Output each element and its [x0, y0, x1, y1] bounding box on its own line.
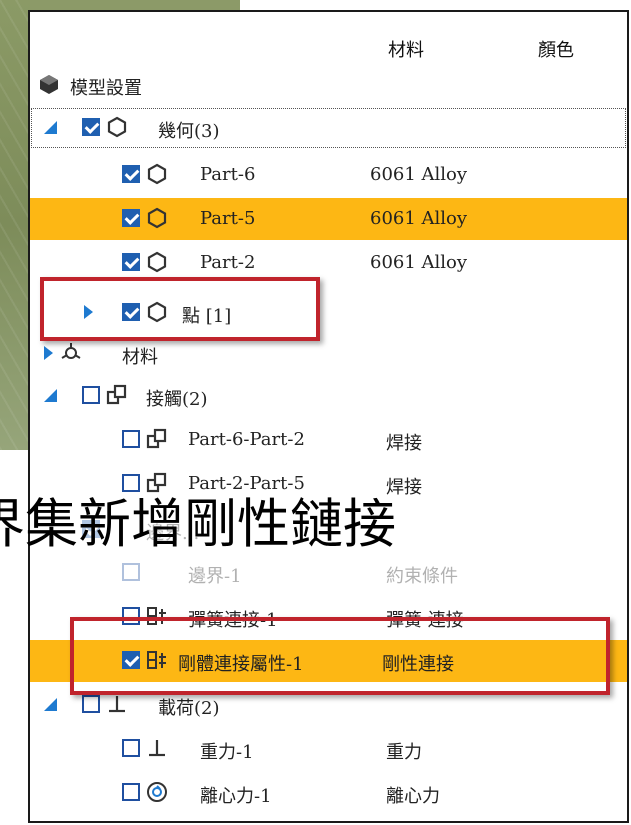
load-type: 重力	[386, 742, 422, 763]
annotation-box-rigid-link	[70, 617, 610, 695]
tree-label-contacts: 接觸(2)	[146, 389, 208, 410]
contact-icon	[146, 428, 167, 449]
contact-checkbox[interactable]	[122, 474, 140, 492]
load-checkbox[interactable]	[122, 739, 140, 757]
part-material: 6061 Alloy	[370, 252, 468, 273]
connector-label: 邊界-1	[188, 566, 242, 587]
gravity-icon	[149, 740, 165, 757]
tree-label-materials: 材料	[122, 347, 158, 368]
contact-icon	[146, 472, 167, 493]
annotation-box-point	[40, 277, 320, 341]
expand-arrow-icon[interactable]	[44, 698, 57, 711]
viewport-background	[0, 0, 30, 450]
load-type: 離心力	[386, 786, 440, 807]
tree-row-model-setup[interactable]: 模型設置	[30, 64, 627, 106]
color-column-header[interactable]: 顏色	[538, 36, 574, 62]
contact-checkbox[interactable]	[122, 430, 140, 448]
cube-icon	[40, 75, 58, 94]
material-column-header[interactable]: 材料	[388, 36, 424, 62]
contacts-checkbox[interactable]	[82, 386, 100, 404]
tree-label-geometry: 幾何(3)	[158, 121, 220, 142]
part-label: Part-5	[200, 208, 256, 229]
contact-icon	[106, 384, 127, 405]
collapse-arrow-icon[interactable]	[44, 346, 53, 360]
tree-row-geometry[interactable]: 幾何(3)	[30, 107, 627, 149]
loads-checkbox[interactable]	[82, 695, 100, 713]
connector-checkbox[interactable]	[122, 563, 140, 581]
tree-label-loads: 載荷(2)	[158, 698, 220, 719]
tree-row-part[interactable]: Part-6 6061 Alloy	[30, 154, 627, 196]
hexagon-part-icon	[147, 163, 167, 185]
part-material: 6061 Alloy	[370, 208, 468, 229]
hexagon-part-icon	[147, 207, 167, 229]
tree-row-connector[interactable]: 邊界-1 約束條件	[30, 552, 627, 594]
hexagon-part-icon	[107, 116, 127, 138]
part-checkbox[interactable]	[122, 209, 140, 227]
centrifugal-icon	[147, 782, 167, 802]
tree-row-load[interactable]: 離心力-1 離心力	[30, 772, 627, 814]
load-checkbox[interactable]	[122, 783, 140, 801]
contact-label: Part-2-Part-5	[188, 473, 305, 494]
part-label: Part-2	[200, 252, 256, 273]
tree-row-load[interactable]: 重力-1 重力	[30, 728, 627, 770]
model-tree-panel: 材料 顏色 模型設置 幾何(3) Part-6 6061 Alloy Part-…	[28, 10, 629, 823]
overlay-title-text: 界集新增剛性鏈接	[0, 494, 396, 555]
expand-arrow-icon[interactable]	[44, 121, 57, 134]
geometry-checkbox[interactable]	[82, 118, 100, 136]
tree-label-model-setup: 模型設置	[70, 78, 142, 99]
part-label: Part-6	[200, 164, 256, 185]
connector-type: 約束條件	[386, 566, 458, 587]
contact-type: 焊接	[386, 433, 422, 454]
load-label: 離心力-1	[200, 786, 272, 807]
material-icon	[61, 343, 81, 359]
expand-arrow-icon[interactable]	[44, 389, 57, 402]
hexagon-part-icon	[147, 251, 167, 273]
tree-row-contacts[interactable]: 接觸(2)	[30, 375, 627, 417]
load-label: 重力-1	[200, 742, 254, 763]
tree-row-contact[interactable]: Part-6-Part-2 焊接	[30, 419, 627, 461]
tree-row-part-selected[interactable]: Part-5 6061 Alloy	[30, 198, 627, 240]
contact-label: Part-6-Part-2	[188, 429, 305, 450]
part-material: 6061 Alloy	[370, 164, 468, 185]
part-checkbox[interactable]	[122, 253, 140, 271]
part-checkbox[interactable]	[122, 165, 140, 183]
load-icon	[109, 696, 125, 713]
